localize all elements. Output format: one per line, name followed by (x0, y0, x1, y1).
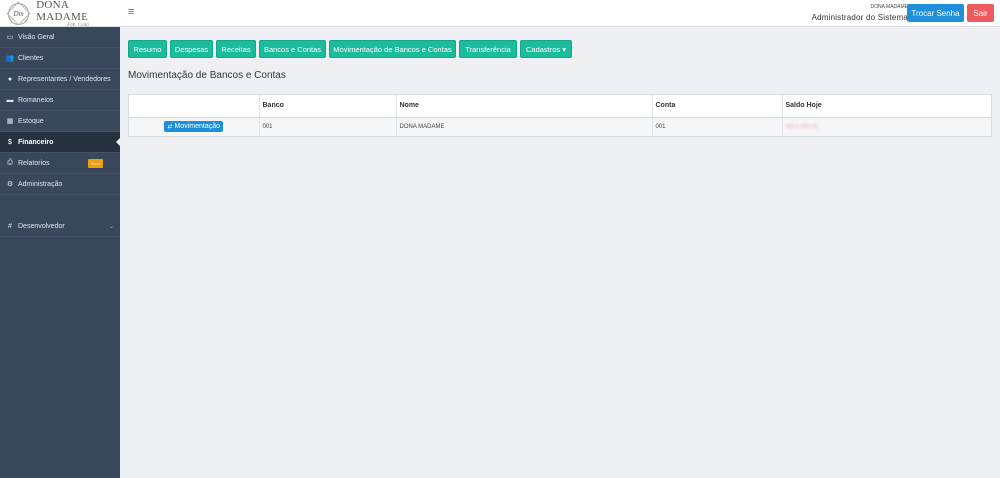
change-password-button[interactable]: Trocar Senha (907, 4, 964, 22)
logout-button[interactable]: Sair (967, 4, 994, 22)
logo-mark-icon: Dm (8, 2, 30, 25)
gear-icon: ⚙ (6, 181, 14, 188)
column-header-nome: Nome (396, 95, 653, 118)
truck-icon: ▬ (6, 96, 14, 104)
sidebar-item-label: Representantes / Vendedores (18, 75, 111, 83)
table-row: ⇄ Movimentação 001 DONA MADAME 001 R$ 1.… (129, 117, 991, 136)
tab-receitas[interactable]: Receitas (216, 40, 256, 58)
exchange-icon: ⇄ (167, 124, 173, 131)
sidebar-item-desenvolvedor[interactable]: # Desenvolvedor ⌄ (0, 216, 120, 237)
app-logo[interactable]: Dm DONA MADAME Fab. Caitá (0, 0, 120, 28)
tab-transferencia[interactable]: Transferência (459, 40, 517, 58)
dollar-icon: $ (8, 138, 12, 146)
user-info: DONA MADAME Administrador do Sistema (812, 4, 908, 22)
cell-saldo: R$ 1.000,00 (785, 123, 819, 130)
sidebar-item-label: Desenvolvedor (18, 222, 65, 230)
tab-bancos-contas[interactable]: Bancos e Contas (259, 40, 326, 58)
sidebar-item-visao-geral[interactable]: ▭ Visão Geral (0, 27, 120, 48)
cell-conta: 001 (652, 117, 783, 136)
user-role: Administrador do Sistema (811, 13, 908, 22)
tab-resumo[interactable]: Resumo (128, 40, 167, 58)
hash-icon: # (8, 222, 12, 230)
sidebar-item-clientes[interactable]: 👥 Clientes (0, 48, 120, 69)
cell-nome: DONA MADAME (396, 117, 653, 136)
user-tie-icon: ● (7, 75, 13, 83)
sidebar: ▭ Visão Geral 👥 Clientes ● Representante… (0, 27, 120, 478)
hamburger-icon[interactable]: ≡ (128, 7, 134, 18)
tab-movimentacao[interactable]: Movimentação de Bancos e Contas (329, 40, 456, 58)
sidebar-item-label: Administração (18, 180, 63, 188)
users-icon: 👥 (5, 55, 15, 62)
company-name: DONA MADAME (870, 4, 908, 10)
printer-icon: ⎙ (7, 159, 13, 166)
page-title: Movimentação de Bancos e Contas (128, 70, 286, 81)
new-badge: Novo (88, 159, 104, 168)
movimentacao-button[interactable]: ⇄ Movimentação (164, 121, 224, 133)
sidebar-item-financeiro[interactable]: $ Financeiro (0, 132, 120, 153)
grid-icon: ▦ (6, 118, 14, 125)
sidebar-item-label: Financeiro (18, 138, 54, 146)
cell-banco: 001 (259, 117, 397, 136)
tab-despesas[interactable]: Despesas (170, 40, 213, 58)
sidebar-item-label: Visão Geral (18, 33, 55, 41)
tab-cadastros-dropdown[interactable]: Cadastros ▾ (520, 40, 572, 58)
sidebar-item-representantes[interactable]: ● Representantes / Vendedores (0, 69, 120, 90)
column-header-saldo: Saldo Hoje (782, 95, 991, 118)
accounts-table: Banco Nome Conta Saldo Hoje ⇄ Movimentaç… (128, 94, 992, 137)
monitor-icon: ▭ (6, 34, 14, 41)
sidebar-item-administracao[interactable]: ⚙ Administração (0, 174, 120, 195)
column-header-conta: Conta (652, 95, 783, 118)
sidebar-item-label: Clientes (18, 54, 44, 62)
sidebar-item-estoque[interactable]: ▦ Estoque (0, 111, 120, 132)
sidebar-item-relatorios[interactable]: ⎙ Relatorios Novo (0, 153, 120, 174)
sidebar-item-label: Romaneios (18, 96, 54, 104)
sidebar-item-romaneios[interactable]: ▬ Romaneios (0, 90, 120, 111)
sidebar-item-label: Relatorios (18, 159, 50, 167)
top-bar: Dm DONA MADAME Fab. Caitá ≡ DONA MADAME … (0, 0, 1000, 28)
column-header-banco: Banco (259, 95, 397, 118)
logo-title: DONA MADAME (36, 0, 89, 23)
sidebar-item-label: Estoque (18, 117, 44, 125)
chevron-down-icon: ⌄ (108, 223, 114, 230)
table-header-row: Banco Nome Conta Saldo Hoje (129, 95, 991, 118)
finance-tabs: Resumo Despesas Receitas Bancos e Contas… (128, 40, 575, 58)
column-header-action (129, 95, 260, 118)
